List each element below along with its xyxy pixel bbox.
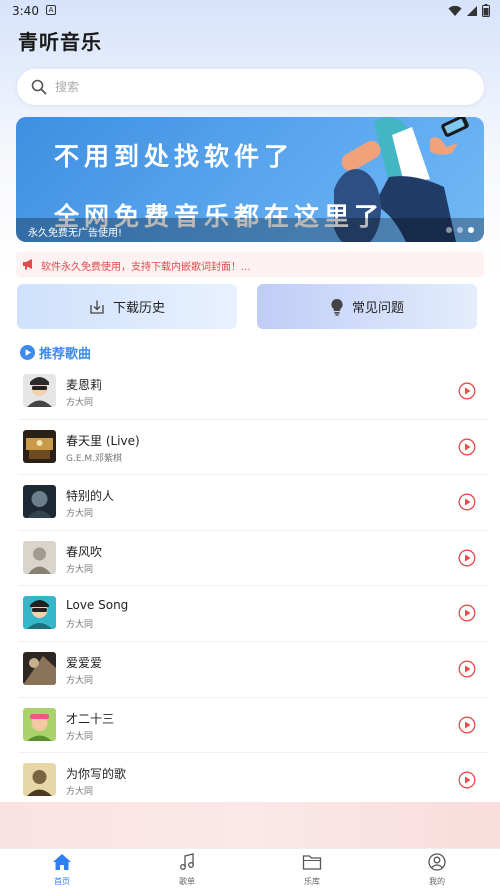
song-artist: 方大同	[66, 509, 94, 520]
song-artist: G.E.M.邓紫棋	[66, 453, 123, 464]
play-button-icon[interactable]	[458, 549, 476, 567]
notification-icon: A	[46, 5, 56, 15]
song-title: Love Song	[66, 598, 129, 613]
carousel-dot[interactable]	[446, 227, 452, 233]
song-artist: 方大同	[66, 564, 94, 575]
status-time: 3:40	[12, 4, 39, 18]
album-cover	[23, 485, 56, 519]
song-item[interactable]: 春风吹 方大同	[0, 531, 500, 587]
download-history-label: 下载历史	[112, 301, 165, 316]
play-button-icon[interactable]	[458, 660, 476, 678]
search-input[interactable]	[55, 77, 455, 97]
promo-banner[interactable]: 不用到处找软件了 全网免费音乐都在这里了 永久免费无广告使用!	[16, 117, 484, 242]
tab-playlist-label: 歌单	[179, 877, 195, 886]
song-item[interactable]: 春天里 (Live) G.E.M.邓紫棋	[0, 420, 500, 476]
album-cover	[23, 540, 56, 574]
download-icon	[90, 300, 104, 314]
carousel-indicator[interactable]	[446, 227, 474, 233]
bottom-tab-bar: 首页 歌单 乐库 我的	[0, 848, 500, 890]
album-cover	[23, 374, 56, 407]
download-history-button[interactable]: 下载历史	[17, 284, 237, 329]
status-bar: 3:40 A	[0, 0, 500, 22]
tab-home[interactable]: 首页	[32, 853, 92, 887]
album-cover	[23, 596, 56, 630]
album-cover	[23, 429, 56, 463]
song-artist: 方大同	[66, 787, 94, 798]
bottom-promo-bar[interactable]	[0, 802, 500, 848]
play-button-icon[interactable]	[458, 716, 476, 734]
banner-caption: 永久免费无广告使用!	[28, 228, 123, 239]
profile-icon	[428, 853, 446, 871]
song-artist: 方大同	[66, 675, 94, 686]
song-item[interactable]: 为你写的歌 方大同	[0, 753, 500, 809]
notice-text: 软件永久免费使用，支持下载内嵌歌词封面！...	[41, 262, 251, 273]
home-icon	[53, 854, 71, 870]
play-circle-icon	[20, 345, 35, 360]
faq-label: 常见问题	[351, 301, 404, 316]
tab-library[interactable]: 乐库	[282, 853, 342, 887]
tab-profile[interactable]: 我的	[407, 853, 467, 887]
system-icons	[448, 4, 490, 17]
recommend-section-header: 推荐歌曲	[20, 343, 91, 362]
song-item[interactable]: 特别的人 方大同	[0, 475, 500, 531]
music-note-icon	[180, 853, 194, 870]
song-title: 才二十三	[66, 711, 115, 726]
album-cover	[23, 707, 56, 741]
app-title: 青听音乐	[18, 30, 102, 54]
song-title: 爱爱爱	[66, 655, 103, 670]
song-title: 特别的人	[66, 489, 115, 504]
album-cover	[23, 763, 56, 797]
song-item[interactable]: 才二十三 方大同	[0, 698, 500, 754]
banner-caption-bar: 永久免费无广告使用!	[16, 218, 484, 242]
song-item[interactable]: 麦恩莉 方大同	[0, 364, 500, 420]
song-title: 春风吹	[66, 544, 103, 559]
wifi-icon	[448, 5, 462, 16]
album-cover	[23, 651, 56, 685]
megaphone-icon	[23, 259, 32, 270]
song-artist: 方大同	[66, 398, 94, 408]
play-button-icon[interactable]	[458, 493, 476, 511]
folder-icon	[302, 855, 322, 870]
battery-icon	[482, 4, 490, 17]
lightbulb-icon	[331, 298, 343, 316]
song-title: 为你写的歌	[66, 767, 127, 782]
play-button-icon[interactable]	[458, 604, 476, 622]
song-artist: 方大同	[66, 731, 94, 742]
tab-home-label: 首页	[54, 877, 70, 886]
banner-headline-1: 不用到处找软件了	[54, 142, 295, 171]
carousel-dot-active[interactable]	[468, 227, 474, 233]
song-list: 麦恩莉 方大同 春天里 (Live) G.E.M.邓紫棋 特别的人 方大同 春风…	[0, 364, 500, 809]
signal-icon	[467, 5, 477, 16]
song-title: 春天里 (Live)	[66, 433, 140, 448]
notice-bar[interactable]: 软件永久免费使用，支持下载内嵌歌词封面！...	[16, 252, 484, 277]
search-bar[interactable]	[17, 69, 484, 105]
tab-library-label: 乐库	[304, 877, 320, 886]
play-button-icon[interactable]	[458, 382, 476, 400]
song-item[interactable]: 爱爱爱 方大同	[0, 642, 500, 698]
tab-profile-label: 我的	[429, 877, 445, 886]
tab-playlist[interactable]: 歌单	[157, 853, 217, 887]
play-button-icon[interactable]	[458, 771, 476, 789]
play-button-icon[interactable]	[458, 438, 476, 456]
faq-button[interactable]: 常见问题	[257, 284, 477, 329]
carousel-dot[interactable]	[457, 227, 463, 233]
recommend-title: 推荐歌曲	[39, 347, 92, 362]
song-title: 麦恩莉	[66, 378, 103, 392]
song-item[interactable]: Love Song 方大同	[0, 586, 500, 642]
search-icon	[31, 79, 47, 95]
song-artist: 方大同	[66, 620, 94, 631]
